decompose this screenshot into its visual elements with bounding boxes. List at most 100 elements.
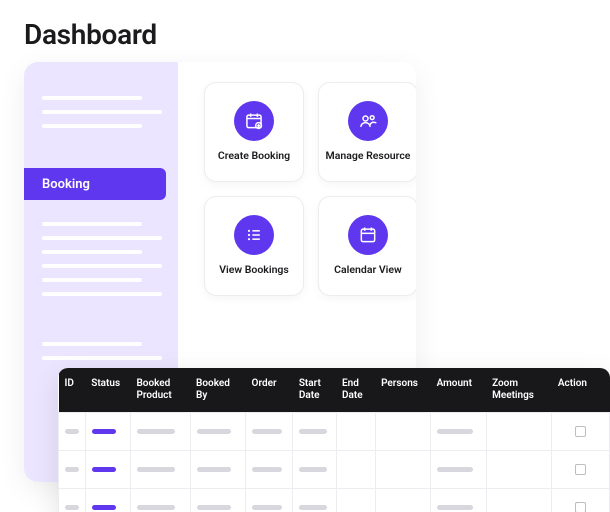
calendar-plus-icon <box>234 101 274 141</box>
table-cell <box>59 451 86 489</box>
table-row[interactable] <box>59 413 610 451</box>
col-zoom-meetings[interactable]: Zoom Meetings <box>486 368 552 413</box>
table-cell <box>130 413 190 451</box>
placeholder <box>437 505 473 510</box>
col-action[interactable]: Action <box>552 368 610 413</box>
sidebar-item[interactable] <box>42 124 142 128</box>
table-cell <box>431 451 487 489</box>
sidebar-item-label: Booking <box>42 177 90 192</box>
col-order[interactable]: Order <box>246 368 293 413</box>
action-checkbox[interactable] <box>575 426 586 437</box>
table-cell <box>431 489 487 512</box>
table-cell <box>85 489 130 512</box>
sidebar-item[interactable] <box>42 110 162 114</box>
manage-resource-card[interactable]: Manage Resource <box>318 82 416 182</box>
col-amount[interactable]: Amount <box>431 368 487 413</box>
placeholder <box>65 467 79 472</box>
table-cell <box>375 489 431 512</box>
table-cell <box>190 413 246 451</box>
table-cell <box>85 451 130 489</box>
calendar-icon <box>348 215 388 255</box>
table-cell <box>246 451 293 489</box>
placeholder <box>65 429 79 434</box>
table-cell <box>59 413 86 451</box>
sidebar-item[interactable] <box>42 222 142 226</box>
placeholder <box>65 505 79 510</box>
card-label: Calendar View <box>334 263 402 276</box>
list-icon <box>234 215 274 255</box>
placeholder <box>197 429 231 434</box>
card-label: View Bookings <box>219 263 289 276</box>
col-start-date[interactable]: Start Date <box>293 368 336 413</box>
placeholder <box>437 467 473 472</box>
sidebar-item[interactable] <box>42 356 162 360</box>
placeholder <box>252 467 282 472</box>
table-cell <box>552 489 610 512</box>
col-id[interactable]: ID <box>59 368 86 413</box>
table-cell <box>190 489 246 512</box>
action-checkbox[interactable] <box>575 464 586 475</box>
placeholder <box>299 467 327 472</box>
sidebar-item[interactable] <box>42 236 162 240</box>
placeholder <box>252 505 282 510</box>
table-row[interactable] <box>59 451 610 489</box>
placeholder <box>137 505 175 510</box>
view-bookings-card[interactable]: View Bookings <box>204 196 304 296</box>
table-cell <box>293 489 336 512</box>
sidebar-item[interactable] <box>42 278 142 282</box>
placeholder <box>437 429 473 434</box>
table-cell <box>552 413 610 451</box>
placeholder <box>252 429 282 434</box>
table-cell <box>130 489 190 512</box>
placeholder <box>299 505 327 510</box>
table-cell <box>375 413 431 451</box>
placeholder <box>92 505 116 510</box>
placeholder <box>299 429 327 434</box>
sidebar-item[interactable] <box>42 342 142 346</box>
sidebar-item[interactable] <box>42 250 142 254</box>
table-row[interactable] <box>59 489 610 512</box>
calendar-view-card[interactable]: Calendar View <box>318 196 416 296</box>
create-booking-card[interactable]: Create Booking <box>204 82 304 182</box>
bookings-table: ID Status Booked Product Booked By Order… <box>58 368 610 512</box>
table-cell <box>336 413 375 451</box>
col-booked-by[interactable]: Booked By <box>190 368 246 413</box>
card-label: Manage Resource <box>326 149 411 162</box>
page-title: Dashboard <box>24 18 157 51</box>
col-persons[interactable]: Persons <box>375 368 431 413</box>
table-header: ID Status Booked Product Booked By Order… <box>59 368 610 413</box>
col-booked-product[interactable]: Booked Product <box>130 368 190 413</box>
action-checkbox[interactable] <box>575 502 586 512</box>
action-cards: Create Booking Manage Resource View Book… <box>204 82 416 296</box>
table-cell <box>59 489 86 512</box>
table-cell <box>130 451 190 489</box>
table-cell <box>431 413 487 451</box>
table-cell <box>336 451 375 489</box>
col-status[interactable]: Status <box>85 368 130 413</box>
table-cell <box>85 413 130 451</box>
placeholder <box>137 429 175 434</box>
sidebar-item[interactable] <box>42 264 162 268</box>
placeholder <box>92 467 116 472</box>
col-end-date[interactable]: End Date <box>336 368 375 413</box>
sidebar-item[interactable] <box>42 292 162 296</box>
placeholder <box>92 429 116 434</box>
table-cell <box>293 451 336 489</box>
table-cell <box>552 451 610 489</box>
placeholder <box>137 467 175 472</box>
table-cell <box>375 451 431 489</box>
table-cell <box>336 489 375 512</box>
table-cell <box>486 451 552 489</box>
sidebar-item[interactable] <box>42 96 142 100</box>
card-label: Create Booking <box>218 149 290 162</box>
sidebar-item-booking[interactable]: Booking <box>24 168 166 200</box>
table-cell <box>190 451 246 489</box>
table-cell <box>246 413 293 451</box>
table-cell <box>486 489 552 512</box>
table-cell <box>293 413 336 451</box>
people-icon <box>348 101 388 141</box>
placeholder <box>197 505 231 510</box>
table-cell <box>486 413 552 451</box>
table-cell <box>246 489 293 512</box>
placeholder <box>197 467 231 472</box>
